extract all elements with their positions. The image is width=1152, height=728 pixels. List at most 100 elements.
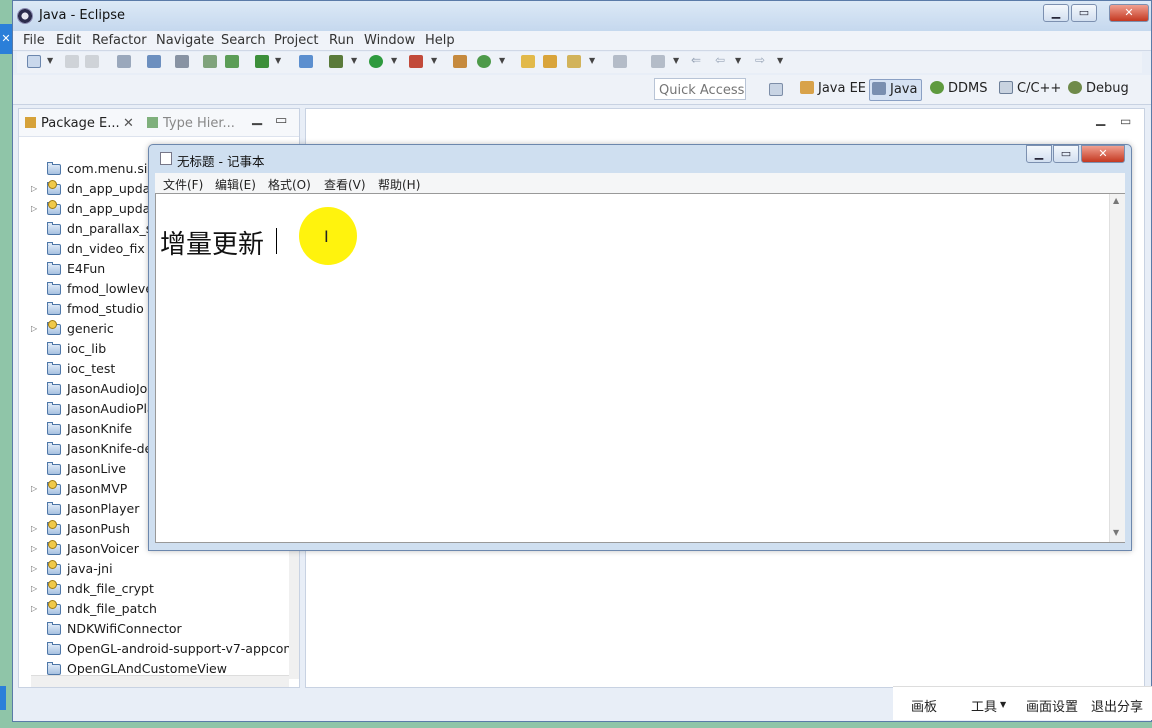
horizontal-scrollbar[interactable]: [31, 675, 289, 687]
notepad-minimize-button[interactable]: ▁: [1026, 145, 1052, 163]
project-name: ndk_file_patch: [67, 601, 157, 616]
project-name: OpenGL-android-support-v7-appcon: [67, 641, 289, 656]
menu-refactor[interactable]: Refactor: [92, 33, 147, 48]
menu-run[interactable]: Run: [329, 33, 354, 48]
run-icon[interactable]: [369, 55, 383, 68]
open-task-icon[interactable]: [543, 55, 557, 68]
search-tool-dropdown-icon[interactable]: ▼: [589, 56, 595, 65]
external-tools-dropdown-icon[interactable]: ▼: [431, 56, 437, 65]
menu-edit[interactable]: Edit: [56, 33, 81, 48]
notepad-menu-edit[interactable]: 编辑(E): [215, 176, 256, 193]
annotation-dropdown-icon[interactable]: ▼: [673, 56, 679, 65]
folder-icon: [47, 342, 62, 355]
menu-navigate[interactable]: Navigate: [156, 33, 214, 48]
perspective-debug[interactable]: Debug: [1066, 79, 1133, 101]
console-icon[interactable]: [147, 55, 161, 68]
collapse-tab-button[interactable]: ✕: [0, 24, 12, 54]
vertical-scrollbar[interactable]: [289, 549, 299, 679]
expand-arrow-icon[interactable]: ▷: [31, 179, 37, 199]
new-java-icon[interactable]: [477, 55, 491, 68]
project-row[interactable]: OpenGL-android-support-v7-appcon: [19, 639, 289, 659]
scroll-up-icon[interactable]: ▲: [1113, 196, 1119, 205]
perspective-java[interactable]: Java: [869, 79, 923, 101]
skip-breakpoints-icon[interactable]: [175, 55, 189, 68]
save-all-icon[interactable]: [85, 55, 99, 68]
check-dropdown-icon[interactable]: ▼: [275, 56, 281, 65]
open-perspective-icon[interactable]: [769, 83, 783, 96]
device-icon[interactable]: [225, 55, 239, 68]
maximize-view-icon[interactable]: ▭: [275, 113, 287, 128]
menu-search[interactable]: Search: [221, 33, 266, 48]
open-type-icon[interactable]: [521, 55, 535, 68]
project-row[interactable]: ▷ java-jni: [19, 559, 289, 579]
notepad-maximize-button[interactable]: ▭: [1053, 145, 1079, 163]
notepad-menu-format[interactable]: 格式(O): [268, 176, 311, 193]
run-dropdown-icon[interactable]: ▼: [391, 56, 397, 65]
whiteboard-button[interactable]: 画板: [911, 696, 937, 715]
package-icon[interactable]: [453, 55, 467, 68]
notepad-text-area[interactable]: 增量更新 I ▲ ▼: [155, 193, 1125, 543]
build-icon[interactable]: [117, 55, 131, 68]
menu-file[interactable]: File: [23, 33, 45, 48]
notepad-menu-file[interactable]: 文件(F): [163, 176, 203, 193]
download-icon[interactable]: [203, 55, 217, 68]
main-toolbar: ▼ ▼ ▼ ▼ ▼ ▼ ▼ ▼ ⇐ ⇦ ▼ ⇨ ▼: [17, 52, 1142, 73]
expand-arrow-icon[interactable]: ▷: [31, 479, 37, 499]
check-icon[interactable]: [255, 55, 269, 68]
project-row[interactable]: ▷ ndk_file_crypt: [19, 579, 289, 599]
expand-arrow-icon[interactable]: ▷: [31, 539, 37, 559]
notepad-vertical-scrollbar[interactable]: ▲ ▼: [1109, 194, 1125, 542]
tab-package-explorer[interactable]: Package E...: [25, 116, 120, 131]
minimize-button[interactable]: ▁: [1043, 4, 1069, 22]
project-row[interactable]: ▷ ndk_file_patch: [19, 599, 289, 619]
perspective-java-ee[interactable]: Java EE: [798, 79, 870, 101]
tools-button[interactable]: 工具: [971, 696, 997, 715]
tools-dropdown-icon[interactable]: ▼: [1000, 700, 1006, 709]
back-icon[interactable]: ⇦: [715, 53, 725, 67]
search-tool-icon[interactable]: [567, 55, 581, 68]
save-icon[interactable]: [65, 55, 79, 68]
perspective-ddms[interactable]: DDMS: [928, 79, 992, 101]
new-icon[interactable]: [27, 55, 41, 68]
forward-icon[interactable]: ⇨: [755, 53, 765, 67]
scroll-down-icon[interactable]: ▼: [1113, 528, 1119, 537]
editor-maximize-icon[interactable]: ▭: [1120, 114, 1131, 128]
exit-share-button[interactable]: 退出分享: [1091, 696, 1143, 715]
tab-type-hierarchy[interactable]: Type Hier...: [147, 116, 235, 131]
menu-project[interactable]: Project: [274, 33, 318, 48]
new-class-icon[interactable]: [299, 55, 313, 68]
new-dropdown-icon[interactable]: ▼: [47, 56, 53, 65]
back-dropdown-icon[interactable]: ▼: [735, 56, 741, 65]
maximize-button[interactable]: ▭: [1071, 4, 1097, 22]
screen-settings-button[interactable]: 画面设置: [1026, 696, 1078, 715]
last-edit-icon[interactable]: ⇐: [691, 53, 701, 67]
notepad-menu-view[interactable]: 查看(V): [324, 176, 366, 193]
project-row[interactable]: NDKWifiConnector: [19, 619, 289, 639]
annotation-icon[interactable]: [613, 55, 627, 68]
next-annotation-icon[interactable]: [651, 55, 665, 68]
forward-dropdown-icon[interactable]: ▼: [777, 56, 783, 65]
quick-access-input[interactable]: [654, 78, 746, 100]
expand-arrow-icon[interactable]: ▷: [31, 559, 37, 579]
debug-icon[interactable]: [329, 55, 343, 68]
minimize-view-icon[interactable]: ▁: [252, 111, 262, 126]
title-bar: Java - Eclipse ▁ ▭ ✕: [13, 1, 1151, 31]
new-java-dropdown-icon[interactable]: ▼: [499, 56, 505, 65]
menu-help[interactable]: Help: [425, 33, 455, 48]
close-tab-icon[interactable]: ✕: [123, 116, 134, 131]
editor-minimize-icon[interactable]: ▁: [1096, 112, 1105, 126]
expand-arrow-icon[interactable]: ▷: [31, 319, 37, 339]
close-button[interactable]: ✕: [1109, 4, 1149, 22]
debug-dropdown-icon[interactable]: ▼: [351, 56, 357, 65]
expand-arrow-icon[interactable]: ▷: [31, 519, 37, 539]
expand-arrow-icon[interactable]: ▷: [31, 579, 37, 599]
external-tools-icon[interactable]: [409, 55, 423, 68]
notepad-close-button[interactable]: ✕: [1081, 145, 1125, 163]
menu-window[interactable]: Window: [364, 33, 415, 48]
notepad-menu-help[interactable]: 帮助(H): [378, 176, 420, 193]
expand-arrow-icon[interactable]: ▷: [31, 199, 37, 219]
perspective-cpp[interactable]: C/C++: [997, 79, 1065, 101]
side-tab-button[interactable]: [0, 686, 6, 710]
expand-arrow-icon[interactable]: ▷: [31, 599, 37, 619]
notepad-window: 无标题 - 记事本 ▁ ▭ ✕ 文件(F) 编辑(E) 格式(O) 查看(V) …: [148, 144, 1132, 551]
